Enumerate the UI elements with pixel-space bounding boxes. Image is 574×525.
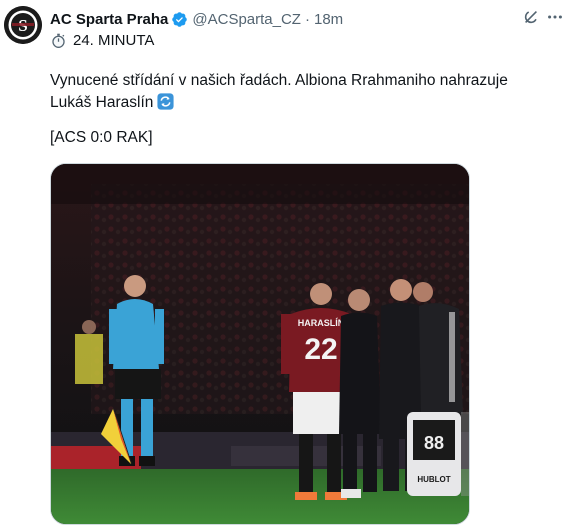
svg-text:HARASLÍN: HARASLÍN bbox=[298, 318, 345, 328]
tweet-header: AC Sparta Praha @ACSparta_CZ · 18m bbox=[50, 9, 574, 29]
minute-line: 24. MINUTA bbox=[50, 30, 154, 50]
separator-dot: · bbox=[304, 10, 310, 28]
timestamp[interactable]: 18m bbox=[314, 11, 343, 28]
sparta-logo-icon: S bbox=[4, 6, 42, 44]
substitution-board: 88 HUBLOT bbox=[407, 412, 461, 496]
substitution-arrows-icon bbox=[157, 93, 174, 110]
svg-text:22: 22 bbox=[304, 333, 337, 366]
tweet-photo[interactable]: HARASLÍN 22 88 HUBLOT bbox=[50, 163, 470, 525]
grok-icon[interactable] bbox=[522, 8, 540, 26]
display-name[interactable]: AC Sparta Praha bbox=[50, 11, 168, 28]
handle[interactable]: @ACSparta_CZ bbox=[192, 11, 301, 28]
substitution-photo: HARASLÍN 22 88 HUBLOT bbox=[51, 164, 469, 524]
svg-text:88: 88 bbox=[424, 433, 444, 453]
score-line: [ACS 0:0 RAK] bbox=[50, 129, 153, 146]
minute-label: 24. MINUTA bbox=[73, 31, 155, 49]
stopwatch-icon bbox=[52, 33, 65, 48]
tweet-body: Vynucené střídání v našich řadách. Albio… bbox=[50, 72, 508, 111]
avatar[interactable]: S bbox=[4, 6, 42, 44]
svg-text:HUBLOT: HUBLOT bbox=[417, 475, 450, 484]
tweet-text: Vynucené střídání v našich řadách. Albio… bbox=[50, 70, 530, 114]
more-options-icon[interactable] bbox=[546, 8, 564, 26]
verified-badge-icon bbox=[172, 11, 188, 27]
